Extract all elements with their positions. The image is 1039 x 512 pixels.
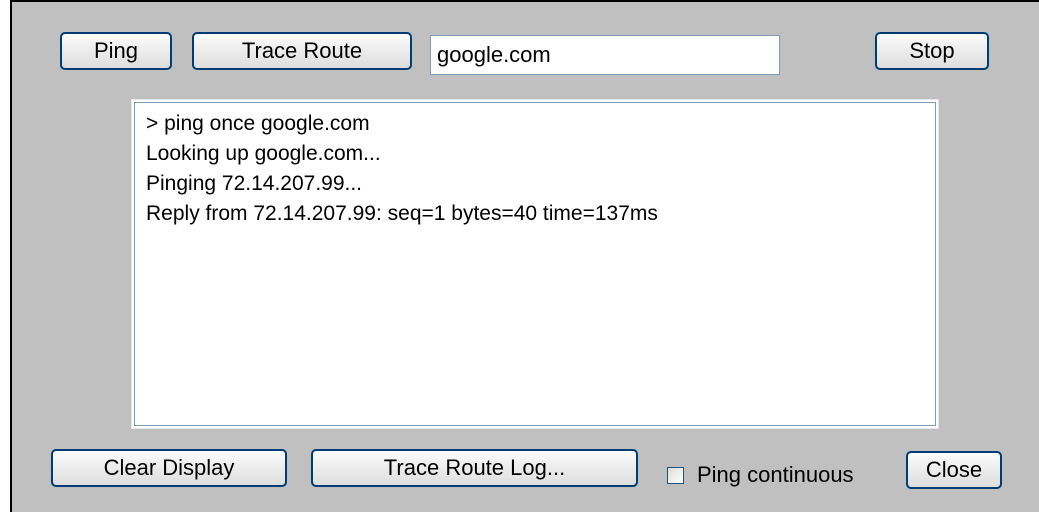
output-line: Pinging 72.14.207.99... (146, 172, 363, 195)
ping-continuous-checkbox[interactable] (667, 466, 684, 484)
trace-route-log-button[interactable]: Trace Route Log... (311, 449, 638, 487)
ping-button[interactable]: Ping (60, 32, 172, 70)
trace-route-button[interactable]: Trace Route (192, 32, 412, 70)
ping-continuous-option[interactable]: Ping continuous (667, 460, 854, 490)
output-line: > ping once google.com (146, 112, 370, 135)
stop-button[interactable]: Stop (875, 32, 989, 70)
ping-continuous-label: Ping continuous (697, 462, 854, 487)
host-input[interactable] (430, 35, 780, 75)
output-lines: > ping once google.com Looking up google… (146, 109, 930, 229)
output-display[interactable]: > ping once google.com Looking up google… (131, 99, 939, 429)
output-line: Looking up google.com... (146, 142, 381, 165)
ping-dialog: Ping Trace Route Stop > ping once google… (10, 0, 1039, 512)
close-button[interactable]: Close (906, 451, 1002, 489)
clear-display-button[interactable]: Clear Display (51, 449, 287, 487)
output-line: Reply from 72.14.207.99: seq=1 bytes=40 … (146, 202, 658, 225)
